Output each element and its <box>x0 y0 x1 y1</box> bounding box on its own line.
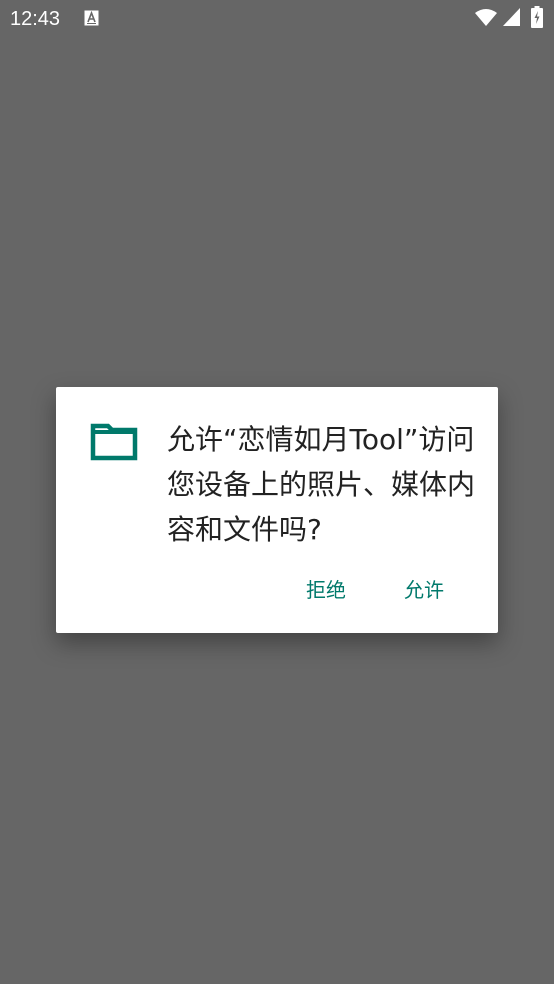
status-time: 12:43 <box>10 8 61 30</box>
deny-button[interactable]: 拒绝 <box>296 570 356 610</box>
battery-charging-icon <box>531 6 543 28</box>
permission-dialog: 允许“恋情如月Tool”访问您设备上的照片、媒体内容和文件吗? 拒绝 允许 <box>56 387 498 633</box>
dialog-message: 允许“恋情如月Tool”访问您设备上的照片、媒体内容和文件吗? <box>167 423 476 546</box>
cell-signal-icon <box>503 8 520 26</box>
a-box-icon <box>84 10 99 26</box>
allow-button[interactable]: 允许 <box>394 570 454 610</box>
wifi-icon <box>475 9 497 26</box>
status-bar: 12:43 <box>0 0 554 38</box>
folder-icon <box>90 423 138 461</box>
